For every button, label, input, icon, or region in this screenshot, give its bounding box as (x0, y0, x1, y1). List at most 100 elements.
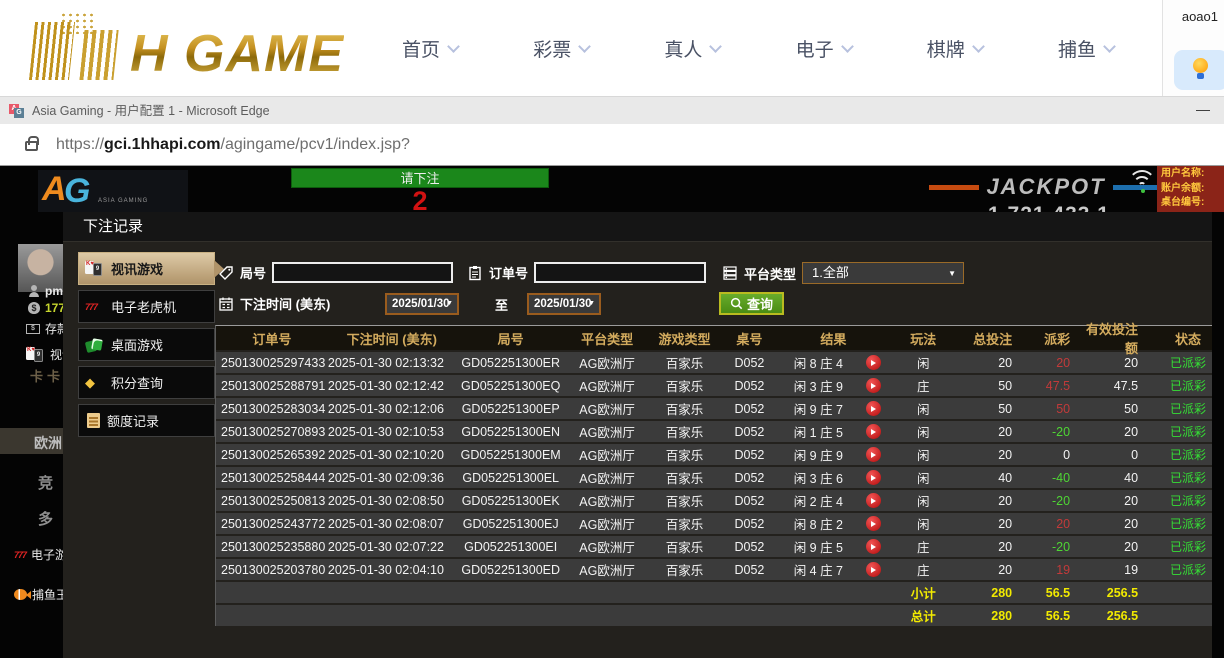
col-header-order: 订单号 (216, 329, 328, 348)
order-filter-group: 订单号 (467, 262, 706, 283)
replay-button[interactable] (866, 378, 881, 393)
cell-valid: 47.5 (1082, 379, 1164, 393)
nav-item-fishing[interactable]: 捕鱼 (1058, 35, 1114, 62)
cell-game: 百家乐 (649, 537, 721, 556)
sidebar-item-europe-hall[interactable]: 欧洲 (0, 428, 63, 454)
cell-replay (858, 401, 888, 417)
sidebar-item-video-games[interactable]: K♥ 9 视讯游戏 (78, 252, 215, 285)
cell-valid: 50 (1082, 402, 1164, 416)
search-button[interactable]: 查询 (719, 292, 784, 315)
cell-payout: -40 (1028, 471, 1082, 485)
col-header-bet: 总投注 (958, 329, 1028, 348)
cell-order: 250130025283034 (216, 402, 328, 416)
minimize-button[interactable]: — (1190, 97, 1216, 125)
cell-replay (858, 447, 888, 463)
cell-game: 百家乐 (649, 376, 721, 395)
cell-order: 250130025288791 (216, 379, 328, 393)
platform-type-select[interactable]: 1.全部 ▼ (802, 262, 964, 284)
table-number-label: 桌台编号: (1161, 196, 1220, 211)
diamond-icon: ◆ (85, 375, 104, 391)
balance-row: $ 177 (28, 301, 65, 315)
replay-button[interactable] (866, 470, 881, 485)
cell-payout: 20 (1028, 517, 1082, 531)
sidebar-item-kaka-hall[interactable]: 卡卡 (30, 366, 64, 385)
date-to-value: 2025/01/30 (534, 298, 592, 310)
url-text[interactable]: https://gci.1hhapi.com/agingame/pcv1/ind… (56, 124, 410, 166)
replay-button[interactable] (866, 355, 881, 370)
nav-item-board-games[interactable]: 棋牌 (927, 35, 983, 62)
cell-time: 2025-01-30 02:13:32 (328, 356, 456, 370)
cell-replay (858, 539, 888, 555)
user-balance-label: 账户余额: (1161, 182, 1220, 197)
table-row: 250130025270893 2025-01-30 02:10:53 GD05… (216, 419, 1212, 442)
table-row: 250130025297433 2025-01-30 02:13:32 GD05… (216, 350, 1212, 373)
cell-valid: 20 (1082, 425, 1164, 439)
nav-item-home[interactable]: 首页 (402, 35, 458, 62)
total-label: 总计 (888, 606, 958, 625)
dropdown-arrow-icon: ▼ (948, 263, 956, 285)
play-triangle-icon (871, 498, 876, 504)
modal-titlebar: 下注记录 (63, 212, 1212, 242)
table-row: 250130025283034 2025-01-30 02:12:06 GD05… (216, 396, 1212, 419)
total-payout: 56.5 (1028, 609, 1082, 623)
cell-round: GD052251300EN (456, 425, 566, 439)
cell-payout: 20 (1028, 356, 1082, 370)
table-row: 250130025235880 2025-01-30 02:07:22 GD05… (216, 534, 1212, 557)
play-triangle-icon (871, 429, 876, 435)
col-header-time: 下注时间 (美东) (328, 329, 456, 348)
sidebar-item-slot-machines[interactable]: 777 电子老虎机 (78, 290, 215, 323)
table-row: 250130025265392 2025-01-30 02:10:20 GD05… (216, 442, 1212, 465)
replay-button[interactable] (866, 562, 881, 577)
cell-replay (858, 493, 888, 509)
modal-title: 下注记录 (63, 212, 1212, 242)
cell-bet: 50 (958, 379, 1028, 393)
replay-button[interactable] (866, 493, 881, 508)
cell-status: 已派彩 (1164, 538, 1212, 555)
cell-table: D052 (720, 402, 778, 416)
round-number-input[interactable] (272, 262, 453, 283)
play-triangle-icon (871, 406, 876, 412)
sidebar-item-points-inquiry[interactable]: ◆ 积分查询 (78, 366, 215, 399)
cell-result: 闲 3 庄 9 (778, 376, 858, 395)
date-to-select[interactable]: 2025/01/30 ▼ (527, 293, 601, 315)
cell-platform: AG欧洲厅 (566, 468, 649, 487)
cell-bet: 20 (958, 563, 1028, 577)
account-panel: aoao1 (1163, 0, 1224, 96)
hint-button[interactable] (1174, 50, 1224, 90)
chevron-down-icon (1103, 40, 1116, 53)
col-header-play: 玩法 (888, 329, 958, 348)
cell-valid: 0 (1082, 448, 1164, 462)
cell-game: 百家乐 (649, 353, 721, 372)
sidebar-item-duo[interactable]: 多 (38, 508, 53, 529)
cell-status: 已派彩 (1164, 561, 1212, 578)
nav-item-live[interactable]: 真人 (664, 35, 720, 62)
lock-icon (25, 141, 38, 151)
cell-time: 2025-01-30 02:08:50 (328, 494, 456, 508)
chevron-down-icon (578, 40, 591, 53)
browser-titlebar: A G Asia Gaming - 用户配置 1 - Microsoft Edg… (0, 96, 1224, 124)
sidebar-item-quota-records[interactable]: 额度记录 (78, 404, 215, 437)
wifi-icon (1128, 170, 1158, 194)
date-from-value: 2025/01/30 (392, 298, 450, 310)
main-nav: 首页 彩票 真人 电子 棋牌 捕鱼 (402, 0, 1114, 96)
cell-game: 百家乐 (649, 445, 721, 464)
date-from-select[interactable]: 2025/01/30 ▼ (385, 293, 459, 315)
cell-time: 2025-01-30 02:09:36 (328, 471, 456, 485)
replay-button[interactable] (866, 447, 881, 462)
order-number-input[interactable] (534, 262, 706, 283)
play-triangle-icon (871, 544, 876, 550)
replay-button[interactable] (866, 539, 881, 554)
replay-button[interactable] (866, 516, 881, 531)
sidebar-item-table-games[interactable]: 桌面游戏 (78, 328, 215, 361)
nav-item-lottery[interactable]: 彩票 (533, 35, 589, 62)
sidebar-item-jing[interactable]: 竞 (38, 472, 53, 493)
cell-bet: 20 (958, 448, 1028, 462)
replay-button[interactable] (866, 401, 881, 416)
cell-result: 闲 1 庄 5 (778, 422, 858, 441)
replay-button[interactable] (866, 424, 881, 439)
table-row: 250130025258444 2025-01-30 02:09:36 GD05… (216, 465, 1212, 488)
account-name[interactable]: aoao1 (1182, 9, 1218, 24)
sidebar-item-fishing[interactable]: 捕鱼王 (14, 586, 68, 603)
nav-item-electronic[interactable]: 电子 (796, 35, 852, 62)
platform-filter-group: 平台类型 1.全部 ▼ (722, 262, 964, 284)
